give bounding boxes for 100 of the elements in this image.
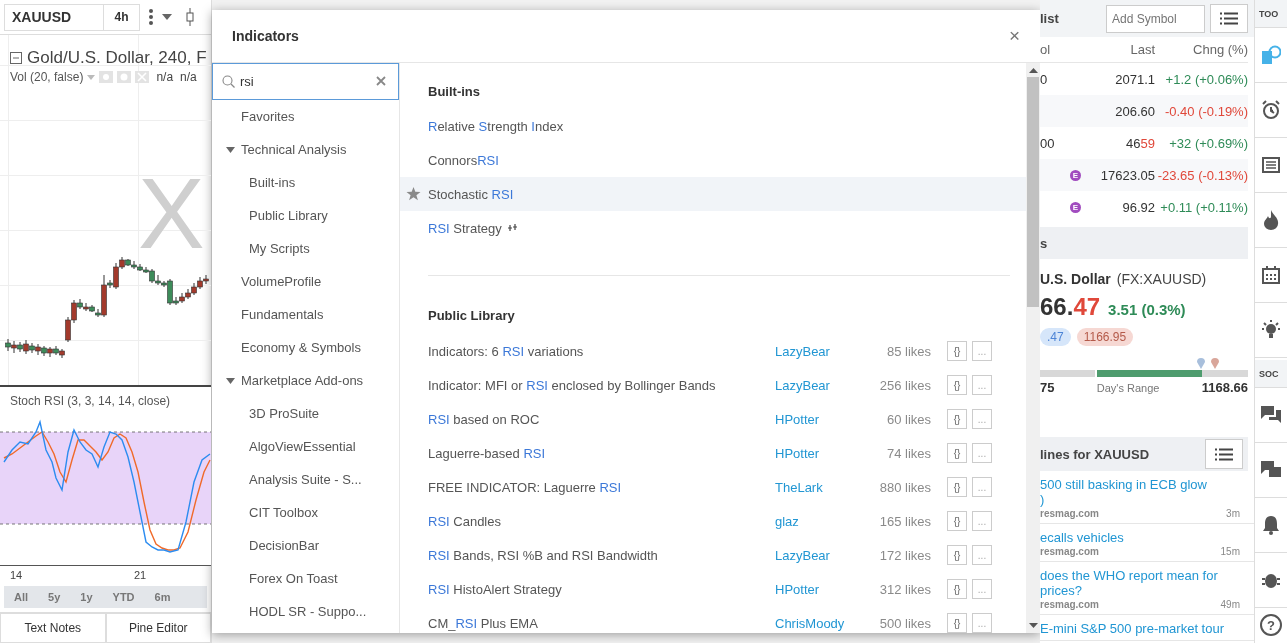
scroll-up-icon[interactable] bbox=[1028, 68, 1038, 73]
range-button[interactable]: 5y bbox=[38, 586, 71, 608]
headline-link[interactable]: ) bbox=[1040, 492, 1248, 507]
expand-arrow-icon[interactable] bbox=[226, 146, 235, 153]
bottom-tab[interactable]: Pine Editor bbox=[105, 613, 211, 643]
alarm-clock-icon[interactable] bbox=[1261, 100, 1281, 120]
bottom-tab[interactable]: Text Notes bbox=[0, 613, 106, 643]
script-name[interactable]: RSI based on ROC bbox=[428, 411, 775, 427]
author-link[interactable]: glaz bbox=[775, 513, 875, 529]
category-item[interactable]: Public Library bbox=[249, 208, 328, 223]
source-button[interactable]: {} bbox=[947, 579, 967, 599]
script-name[interactable]: Laguerre-based RSI bbox=[428, 445, 775, 461]
lightbulb-icon[interactable] bbox=[1261, 320, 1281, 340]
bell-icon[interactable] bbox=[1262, 515, 1280, 535]
star-icon[interactable] bbox=[406, 187, 421, 201]
likes-count: 312 likes bbox=[878, 581, 931, 597]
source-button[interactable]: {} bbox=[947, 409, 967, 429]
author-link[interactable]: HPotter bbox=[775, 581, 875, 597]
category-item[interactable]: Technical Analysis bbox=[241, 142, 347, 157]
category-item[interactable]: Built-ins bbox=[249, 175, 296, 190]
collapse-icon[interactable] bbox=[10, 52, 22, 64]
author-link[interactable]: LazyBear bbox=[775, 547, 875, 563]
range-button[interactable]: 1y bbox=[70, 586, 103, 608]
bug-icon[interactable] bbox=[1262, 571, 1280, 589]
chat-icon[interactable] bbox=[1261, 461, 1281, 479]
help-button[interactable]: ? bbox=[1260, 614, 1282, 636]
category-item[interactable]: VolumeProfile bbox=[241, 274, 322, 289]
source-button[interactable]: {} bbox=[947, 511, 967, 531]
script-name[interactable]: RSI Candles bbox=[428, 513, 775, 529]
script-name[interactable]: RSI Bands, RSI %B and RSI Bandwidth bbox=[428, 547, 775, 563]
clear-icon[interactable] bbox=[376, 76, 386, 86]
author-link[interactable]: HPotter bbox=[775, 445, 875, 461]
close-button[interactable]: × bbox=[1008, 25, 1020, 47]
category-item[interactable]: Economy & Symbols bbox=[241, 340, 361, 355]
column-header[interactable]: Chng (%) bbox=[1155, 42, 1248, 57]
category-item[interactable]: Fundamentals bbox=[241, 307, 324, 322]
source-button[interactable]: {} bbox=[947, 375, 967, 395]
headline-link[interactable]: ecalls vehicles bbox=[1040, 530, 1248, 545]
indicator-name[interactable]: ConnorsRSI bbox=[428, 152, 499, 168]
more-icon[interactable] bbox=[148, 8, 154, 26]
source-button[interactable]: {} bbox=[947, 341, 967, 361]
headline-link[interactable]: does the WHO report mean for bbox=[1040, 568, 1248, 583]
category-item[interactable]: Marketplace Add-ons bbox=[241, 373, 364, 388]
range-high: 1168.66 bbox=[1201, 380, 1248, 395]
source-button[interactable]: {} bbox=[947, 477, 967, 497]
source-button[interactable]: {} bbox=[947, 545, 967, 565]
headline-link[interactable]: prices? bbox=[1040, 583, 1248, 598]
news-age: 15m bbox=[1220, 546, 1240, 557]
caret-icon[interactable] bbox=[162, 14, 172, 20]
scrollbar[interactable] bbox=[1026, 63, 1040, 633]
list-button[interactable] bbox=[1205, 439, 1243, 469]
chat-icon[interactable] bbox=[1261, 406, 1281, 424]
script-name[interactable]: Indicator: MFI or RSI enclosed by Bollinger Bands bbox=[428, 377, 775, 393]
author-link[interactable]: HPotter bbox=[775, 411, 875, 427]
instrument-name: U.S. Dollar bbox=[1040, 271, 1111, 287]
ask-pill: 1166.95 bbox=[1076, 328, 1134, 346]
add-symbol-field[interactable]: Add Symbol bbox=[1106, 4, 1205, 33]
category-item[interactable]: HODL SR - Suppo... bbox=[249, 604, 367, 619]
last-price-cell-text: 96.92 bbox=[1121, 199, 1155, 215]
flame-icon[interactable] bbox=[1263, 210, 1279, 230]
script-name[interactable]: Indicators: 6 RSI variations bbox=[428, 343, 775, 359]
column-header[interactable]: Last bbox=[1085, 42, 1155, 57]
expand-arrow-icon[interactable] bbox=[226, 377, 235, 384]
headline-link[interactable]: E-mini S&P 500 pre-market tour bbox=[1040, 621, 1248, 636]
category-item[interactable]: Favorites bbox=[241, 109, 295, 124]
author-link[interactable]: TheLark bbox=[775, 479, 875, 495]
search-field[interactable]: rsi bbox=[212, 63, 399, 100]
category-item[interactable]: Forex On Toast bbox=[249, 571, 338, 586]
calendar-icon[interactable] bbox=[1262, 266, 1280, 284]
indicator-name[interactable]: Stochastic RSI bbox=[428, 186, 514, 202]
range-button[interactable]: YTD bbox=[102, 586, 145, 608]
author-link[interactable]: LazyBear bbox=[775, 377, 875, 393]
range-button[interactable]: All bbox=[4, 586, 39, 608]
panel-title: list bbox=[1040, 11, 1059, 26]
volume-legend[interactable]: Vol (20, false) bbox=[10, 70, 84, 84]
category-item[interactable]: CIT Toolbox bbox=[249, 505, 318, 520]
range-button[interactable]: 6m bbox=[144, 586, 181, 608]
oscillator-legend[interactable]: Stoch RSI (3, 3, 14, 14, close) bbox=[10, 394, 171, 408]
script-name[interactable]: CM_RSI Plus EMA bbox=[428, 615, 775, 631]
category-item[interactable]: My Scripts bbox=[249, 241, 310, 256]
symbol-field[interactable]: XAUUSD bbox=[4, 3, 104, 31]
scroll-down-icon[interactable] bbox=[1028, 623, 1038, 628]
column-header[interactable]: ol bbox=[1040, 42, 1085, 57]
source-button[interactable]: {} bbox=[947, 613, 967, 633]
category-item[interactable]: DecisionBar bbox=[249, 538, 320, 553]
news-icon[interactable] bbox=[1262, 157, 1280, 173]
category-item[interactable]: AlgoViewEssential bbox=[249, 439, 356, 454]
interval-button[interactable]: 4h bbox=[104, 3, 140, 31]
author-link[interactable]: ChrisMoody bbox=[775, 615, 875, 631]
list-button[interactable] bbox=[1210, 4, 1248, 33]
category-item[interactable]: Analysis Suite - S... bbox=[249, 472, 362, 487]
author-link[interactable]: LazyBear bbox=[775, 343, 875, 359]
indicator-name[interactable]: Relative Strength Index bbox=[428, 118, 564, 134]
indicator-name[interactable]: RSI Strategy bbox=[428, 220, 502, 236]
category-item[interactable]: 3D ProSuite bbox=[249, 406, 320, 421]
headline-link[interactable]: 500 still basking in ECB glow bbox=[1040, 477, 1248, 492]
candle-icon[interactable] bbox=[186, 8, 194, 26]
script-name[interactable]: RSI HistoAlert Strategy bbox=[428, 581, 775, 597]
script-name[interactable]: FREE INDICATOR: Laguerre RSI bbox=[428, 479, 775, 495]
source-button[interactable]: {} bbox=[947, 443, 967, 463]
